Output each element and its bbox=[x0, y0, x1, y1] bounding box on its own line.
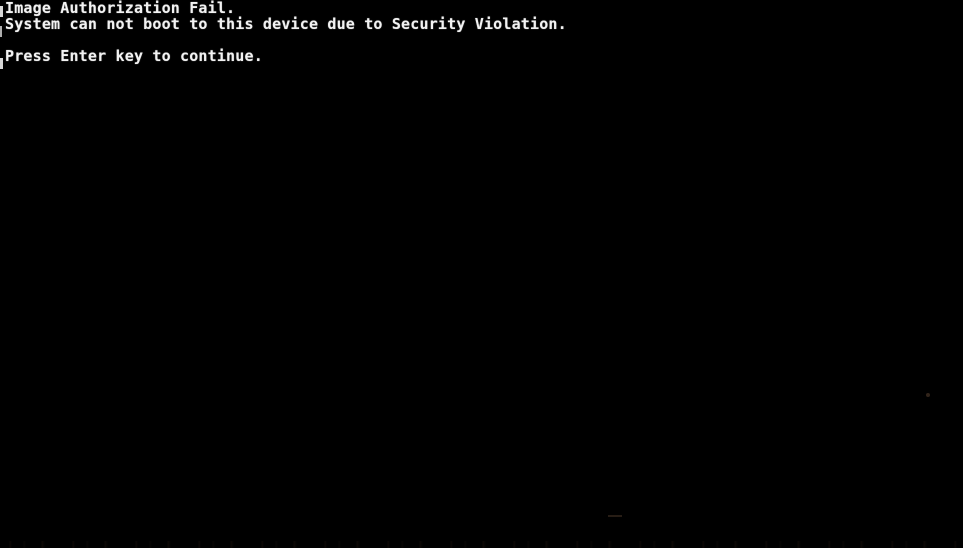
clipped-glyph-edge-artifact bbox=[0, 6, 3, 17]
sensor-noise-speck bbox=[608, 515, 622, 517]
bottom-noise-band bbox=[0, 541, 963, 548]
sensor-noise-speck bbox=[926, 393, 930, 397]
clipped-glyph-edge-artifact bbox=[0, 26, 2, 37]
clipped-glyph-edge-artifact bbox=[0, 58, 3, 69]
console-line-blank bbox=[0, 32, 963, 48]
console-line-image-authorization-fail: Image Authorization Fail. bbox=[5, 0, 236, 17]
console-line-press-enter-prompt: Press Enter key to continue. bbox=[5, 47, 263, 65]
console-text-output: Image Authorization Fail. System can not… bbox=[0, 0, 963, 64]
console-line-security-violation: System can not boot to this device due t… bbox=[5, 15, 567, 33]
bios-security-violation-screen: Image Authorization Fail. System can not… bbox=[0, 0, 963, 548]
